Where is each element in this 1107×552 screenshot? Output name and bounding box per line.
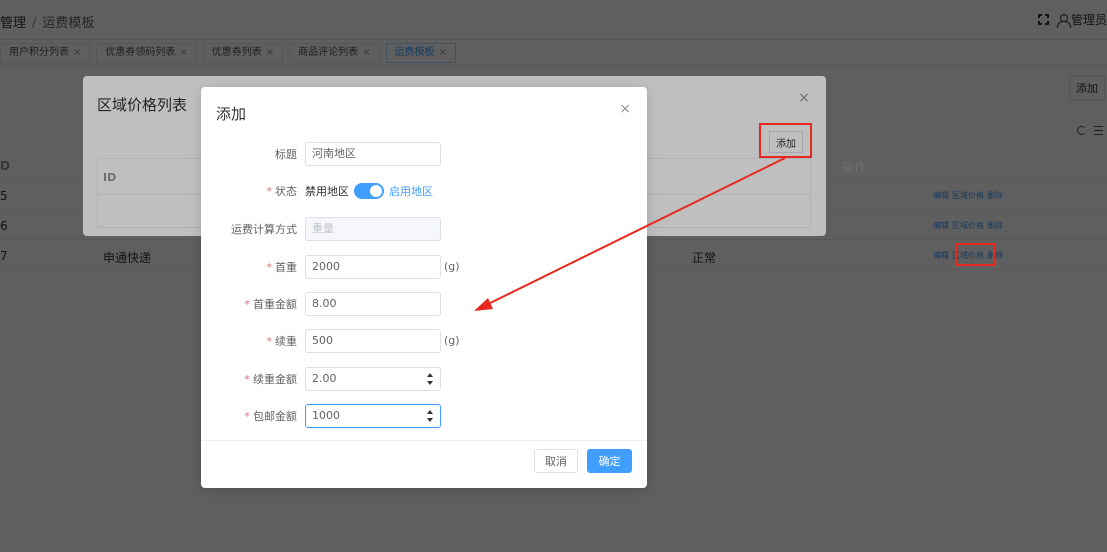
free-amount-input[interactable]: 1000 <box>305 404 441 428</box>
first-amount-input[interactable]: 8.00 <box>305 292 441 316</box>
first-weight-unit: (g) <box>444 260 460 273</box>
form-row-status: * 状态 禁用地区 启用地区 <box>201 179 647 203</box>
label-text: 包邮金额 <box>253 410 297 423</box>
required-mark: * <box>266 335 273 348</box>
label-text: 运费计算方式 <box>231 223 297 236</box>
required-mark: * <box>266 185 273 198</box>
footer-divider <box>201 440 647 441</box>
stepper-icon[interactable] <box>427 373 434 385</box>
required-mark: * <box>244 410 251 423</box>
highlight-box-add <box>759 123 812 158</box>
first-amount-label: * 首重金额 <box>245 296 298 312</box>
label-text: 状态 <box>275 185 297 198</box>
form-row-next-amount: * 续重金额 2.00 <box>201 367 647 391</box>
form-row-calc-method: 运费计算方式 重量 <box>201 217 647 241</box>
highlight-box-region-price <box>955 243 995 266</box>
free-amount-label: * 包邮金额 <box>245 408 298 424</box>
status-switch-group: 禁用地区 启用地区 <box>305 183 433 199</box>
switch-active-text[interactable]: 启用地区 <box>389 183 433 199</box>
next-weight-unit: (g) <box>444 334 460 347</box>
add-region-dialog: 添加 × 标题 河南地区 * 状态 禁用地区 启用地区 运费计算方式 重量 * 首重… <box>201 87 647 488</box>
label-text: 标题 <box>275 148 297 161</box>
calc-method-label: 运费计算方式 <box>231 221 297 237</box>
form-row-first-amount: * 首重金额 8.00 <box>201 292 647 316</box>
title-label: 标题 <box>275 146 297 162</box>
next-weight-input[interactable]: 500 <box>305 329 441 353</box>
confirm-button[interactable]: 确定 <box>587 449 632 473</box>
next-amount-input[interactable]: 2.00 <box>305 367 441 391</box>
calc-method-input: 重量 <box>305 217 441 241</box>
form-row-free-amount: * 包邮金额 1000 <box>201 404 647 428</box>
form-row-first-weight: * 首重 2000 (g) <box>201 255 647 279</box>
form-row-title: 标题 河南地区 <box>201 142 647 166</box>
stepper-icon[interactable] <box>427 410 434 422</box>
status-label: * 状态 <box>267 183 298 199</box>
input-value: 1000 <box>312 409 340 422</box>
status-switch[interactable] <box>354 183 384 199</box>
input-value: 2.00 <box>312 372 337 385</box>
switch-knob <box>370 185 382 197</box>
label-text: 续重 <box>275 335 297 348</box>
label-text: 首重 <box>275 261 297 274</box>
next-weight-label: * 续重 <box>267 333 298 349</box>
label-text: 首重金额 <box>253 298 297 311</box>
next-amount-label: * 续重金额 <box>245 371 298 387</box>
dialog-title: 添加 <box>216 105 247 123</box>
required-mark: * <box>244 373 251 386</box>
close-icon[interactable]: × <box>619 101 631 117</box>
first-weight-label: * 首重 <box>267 259 298 275</box>
required-mark: * <box>244 298 251 311</box>
first-weight-input[interactable]: 2000 <box>305 255 441 279</box>
form-row-next-weight: * 续重 500 (g) <box>201 329 647 353</box>
label-text: 续重金额 <box>253 373 297 386</box>
title-input[interactable]: 河南地区 <box>305 142 441 166</box>
required-mark: * <box>266 261 273 274</box>
cancel-button[interactable]: 取消 <box>534 449 578 473</box>
switch-inactive-text[interactable]: 禁用地区 <box>305 183 349 199</box>
